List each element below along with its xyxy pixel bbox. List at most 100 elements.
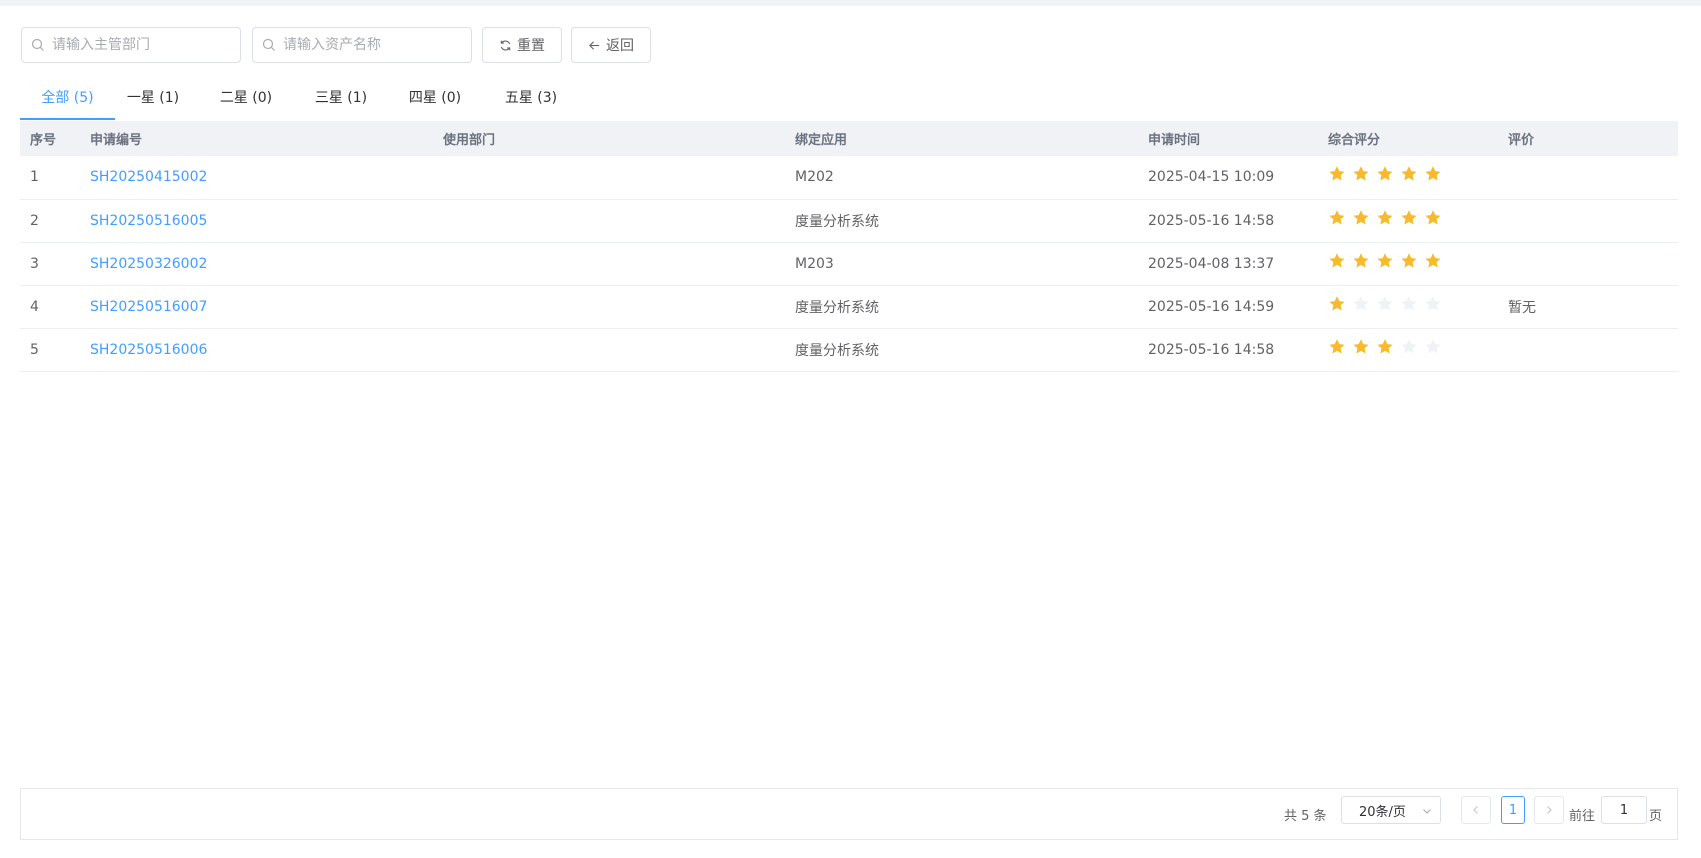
goto-page-input[interactable] [1601,796,1647,824]
active-tab-indicator [20,118,115,120]
cell-bound-app: 度量分析系统 [785,285,1138,329]
star-empty-icon [1425,295,1441,310]
star-filled-icon [1329,209,1345,224]
star-rating [1328,209,1498,227]
chevron-down-icon [1423,809,1431,814]
cell-rating [1318,328,1498,372]
cell-comment [1498,156,1678,200]
star-rating [1328,338,1498,356]
dept-search-field[interactable] [21,27,241,63]
table-body: 1 SH20250415002 M202 2025-04-15 10:09 2 SH202… [20,156,1678,372]
tab-one-star[interactable]: 一星 (1) [123,76,183,121]
column-header-app: 绑定应用 [785,121,1138,156]
search-icon [262,38,275,51]
star-filled-icon [1425,252,1441,267]
pagination: 共 5 条 20条/页 1 前往 页 [20,788,1678,840]
table-row: 5 SH20250516006 度量分析系统 2025-05-16 14:58 [20,328,1678,372]
star-filled-icon [1329,252,1345,267]
back-button-label: 返回 [606,38,634,54]
cell-apply-time: 2025-04-08 13:37 [1138,242,1318,286]
cell-bound-app: 度量分析系统 [785,328,1138,372]
table-row: 2 SH20250516005 度量分析系统 2025-05-16 14:58 [20,199,1678,243]
back-button[interactable]: 返回 [571,27,651,63]
star-filled-icon [1401,166,1417,181]
cell-application-code[interactable]: SH20250326002 [80,242,433,286]
goto-label: 前往 [1569,809,1596,824]
cell-bound-app: M203 [785,242,1138,286]
table-row: 3 SH20250326002 M203 2025-04-08 13:37 [20,242,1678,286]
tab-all[interactable]: 全部 (5) [20,76,115,121]
arrow-left-icon [589,40,600,50]
cell-apply-time: 2025-05-16 14:58 [1138,199,1318,243]
cell-apply-time: 2025-04-15 10:09 [1138,156,1318,200]
cell-department [433,285,785,329]
page-suffix-label: 页 [1649,809,1663,824]
reset-button[interactable]: 重置 [482,27,562,63]
dept-search-input[interactable] [52,28,232,62]
star-filled-icon [1425,209,1441,224]
refresh-icon [500,40,511,50]
star-filled-icon [1329,166,1345,181]
column-header-time: 申请时间 [1138,121,1318,156]
cell-bound-app: 度量分析系统 [785,199,1138,243]
column-header-dept: 使用部门 [433,121,785,156]
rating-table: 序号 申请编号 使用部门 绑定应用 申请时间 综合评分 评价 1 SH202504… [20,121,1678,372]
tab-three-star[interactable]: 三星 (1) [311,76,371,121]
cell-comment [1498,199,1678,243]
star-filled-icon [1425,166,1441,181]
star-empty-icon [1401,295,1417,310]
star-filled-icon [1353,166,1369,181]
star-filled-icon [1377,209,1393,224]
star-empty-icon [1353,295,1369,310]
column-header-rating: 综合评分 [1318,121,1498,156]
cell-index: 4 [20,285,80,329]
column-header-code: 申请编号 [80,121,433,156]
cell-index: 2 [20,199,80,243]
next-page-button[interactable] [1534,796,1564,824]
star-filled-icon [1329,295,1345,310]
page-size-select[interactable]: 20条/页 [1341,796,1441,824]
star-rating [1328,252,1498,270]
asset-search-input[interactable] [283,28,463,62]
cell-rating [1318,242,1498,286]
column-header-index: 序号 [20,121,80,156]
tab-four-star[interactable]: 四星 (0) [405,76,465,121]
table-row: 4 SH20250516007 度量分析系统 2025-05-16 14:59 暂无 [20,285,1678,329]
table-row: 1 SH20250415002 M202 2025-04-15 10:09 [20,156,1678,200]
cell-department [433,328,785,372]
star-filled-icon [1377,166,1393,181]
star-filled-icon [1401,209,1417,224]
cell-application-code[interactable]: SH20250516006 [80,328,433,372]
total-count: 共 5 条 [1284,809,1327,824]
cell-department [433,242,785,286]
star-filled-icon [1377,338,1393,353]
cell-index: 5 [20,328,80,372]
cell-rating [1318,156,1498,200]
cell-index: 1 [20,156,80,200]
star-filled-icon [1377,252,1393,267]
star-filled-icon [1353,209,1369,224]
page-size-value: 20条/页 [1359,804,1406,820]
prev-page-button[interactable] [1461,796,1491,824]
cell-bound-app: M202 [785,156,1138,200]
rating-tabs: 全部 (5) 一星 (1) 二星 (0) 三星 (1) 四星 (0) 五星 (3… [20,76,1678,122]
column-header-comment: 评价 [1498,121,1678,156]
asset-search-field[interactable] [252,27,472,63]
cell-application-code[interactable]: SH20250516007 [80,285,433,329]
tab-two-star[interactable]: 二星 (0) [216,76,276,121]
star-empty-icon [1401,338,1417,353]
star-empty-icon [1377,295,1393,310]
cell-application-code[interactable]: SH20250415002 [80,156,433,200]
star-filled-icon [1353,338,1369,353]
page-number-current[interactable]: 1 [1501,796,1525,824]
star-rating [1328,295,1498,313]
star-filled-icon [1401,252,1417,267]
cell-department [433,156,785,200]
tab-five-star[interactable]: 五星 (3) [501,76,561,121]
cell-application-code[interactable]: SH20250516005 [80,199,433,243]
cell-comment [1498,242,1678,286]
cell-rating [1318,199,1498,243]
star-rating [1328,165,1498,183]
search-icon [31,38,44,51]
cell-index: 3 [20,242,80,286]
